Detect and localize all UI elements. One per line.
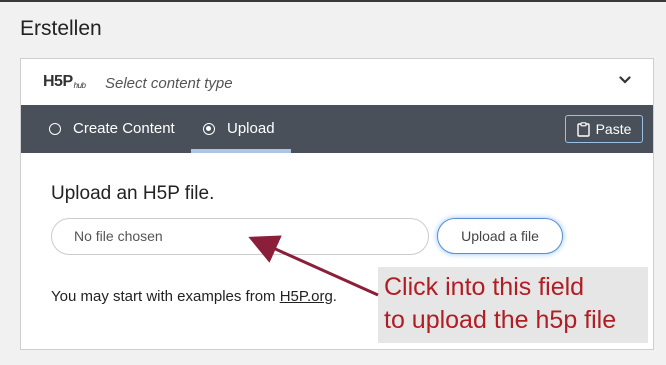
- upload-heading: Upload an H5P file.: [51, 183, 215, 204]
- radio-icon: [49, 123, 61, 135]
- annotation-line-1: Click into this field: [384, 273, 585, 301]
- chevron-down-icon[interactable]: [619, 74, 631, 86]
- tab-upload[interactable]: Upload: [191, 105, 291, 153]
- file-input[interactable]: No file chosen: [51, 218, 429, 255]
- annotation-callout: Click into this field to upload the h5p …: [378, 267, 648, 343]
- select-content-type-label: Select content type: [105, 75, 233, 92]
- h5p-org-link[interactable]: H5P.org: [280, 288, 333, 305]
- paste-button[interactable]: Paste: [565, 115, 643, 143]
- active-tab-indicator: [191, 149, 291, 153]
- tab-label: Upload: [227, 120, 275, 137]
- tab-label: Create Content: [73, 120, 175, 137]
- paste-label: Paste: [595, 121, 632, 137]
- page-title: Erstellen: [20, 17, 102, 40]
- tab-bar: Create Content Upload Paste: [21, 105, 653, 153]
- hub-header[interactable]: H5Phub Select content type: [21, 59, 653, 105]
- h5p-hub-logo: H5Phub: [43, 73, 86, 90]
- annotation-line-2: to upload the h5p file: [384, 306, 617, 334]
- clipboard-icon: [576, 121, 590, 137]
- radio-selected-icon: [203, 123, 215, 135]
- examples-text: You may start with examples from H5P.org…: [51, 288, 337, 305]
- upload-file-button[interactable]: Upload a file: [437, 218, 563, 254]
- top-border: [0, 0, 666, 2]
- tab-create-content[interactable]: Create Content: [49, 105, 175, 153]
